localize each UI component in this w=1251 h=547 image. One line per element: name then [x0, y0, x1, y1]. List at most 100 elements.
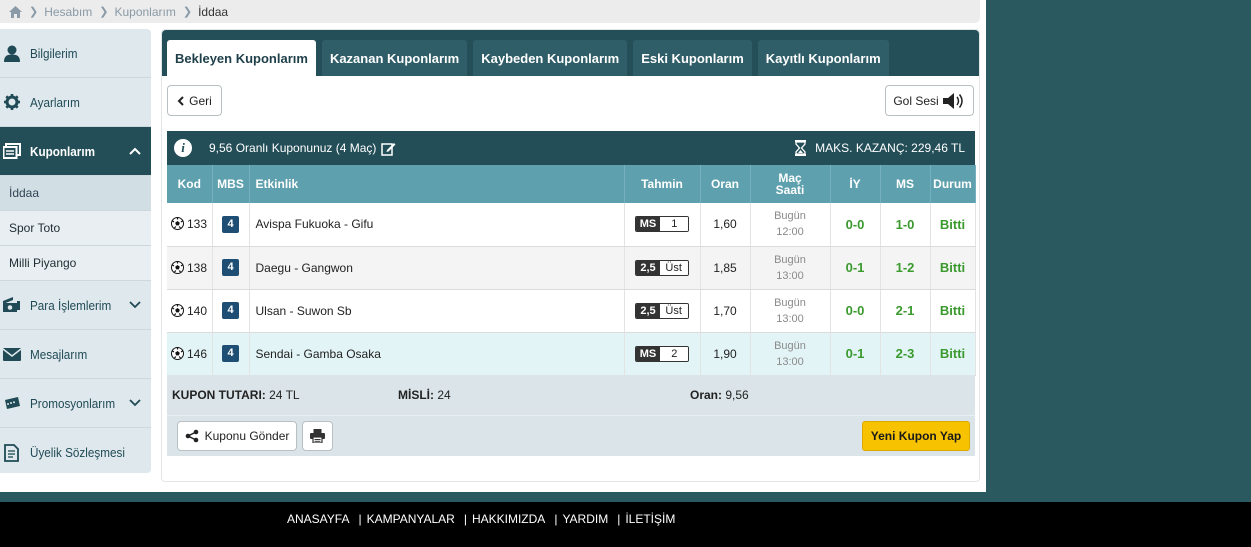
mbs-badge: 4 — [222, 215, 239, 233]
table-row[interactable]: 133 4 Avispa Fukuoka - Gifu MS 1 1,60 Bug… — [167, 203, 976, 247]
sidebar-item-label: Bilgilerim — [30, 45, 78, 61]
mbs-badge: 4 — [222, 259, 239, 276]
tab-kayitli-kuponlarim[interactable]: Kayıtlı Kuponlarım — [757, 40, 889, 76]
back-button-label: Geri — [189, 93, 212, 108]
home-icon[interactable] — [9, 5, 22, 18]
table-row[interactable]: 138 4 Daegu - Gangwon 2,5 Üst 1,85 Bugün 1… — [167, 246, 976, 290]
full-time-score: 2-3 — [895, 346, 915, 361]
breadcrumb-link-hesabim[interactable]: Hesabım — [44, 5, 92, 19]
share-icon — [185, 429, 198, 443]
print-button[interactable] — [302, 421, 333, 451]
sidebar-item-promosyonlarim[interactable]: Promosyonlarım — [0, 379, 151, 428]
document-icon — [3, 443, 21, 462]
goal-sound-button[interactable]: Gol Sesi — [885, 85, 974, 116]
half-time-score: 0-0 — [845, 216, 865, 232]
sidebar-item-para-islemlerim[interactable]: Para İşlemlerim — [0, 281, 151, 330]
coupon-amount: KUPON TUTARI: 24 TL — [172, 388, 300, 402]
tab-eski-kuponlarim[interactable]: Eski Kuponlarım — [633, 40, 752, 76]
chevron-up-icon — [129, 147, 141, 155]
max-win: MAKS. KAZANÇ: 229,46 TL — [815, 141, 965, 155]
coupon-icon — [3, 142, 21, 160]
half-time-score: 0-0 — [845, 303, 865, 318]
table-header-row: Kod MBS Etkinlik Tahmin Oran Maç Saati İY… — [167, 165, 976, 203]
tab-bar: Bekleyen Kuponlarım Kazanan Kuponlarım K… — [162, 30, 979, 76]
sidebar-item-kuponlarim[interactable]: Kuponlarım — [0, 127, 151, 176]
footer-link-iletisim[interactable]: İLETİŞİM — [625, 512, 675, 526]
table-row[interactable]: 146 4 Sendai - Gamba Osaka MS 2 1,90 Bugü… — [167, 332, 976, 376]
back-button[interactable]: Geri — [167, 85, 222, 116]
coupons-panel: Bekleyen Kuponlarım Kazanan Kuponlarım K… — [161, 29, 980, 482]
footer-link-kampanyalar[interactable]: KAMPANYALAR — [367, 512, 455, 526]
half-time-score: 0-1 — [845, 260, 865, 275]
column-header-ms: MS — [880, 165, 931, 203]
match-code: 138 — [187, 260, 208, 275]
chevron-down-icon — [129, 301, 141, 309]
event-name[interactable]: Daegu - Gangwon — [249, 246, 625, 290]
odd-value: 1,90 — [700, 332, 751, 376]
column-header-tahmin: Tahmin — [624, 165, 701, 203]
speaker-icon — [942, 92, 963, 109]
sidebar-item-label: Promosyonlarım — [30, 395, 116, 411]
footer-link-anasayfa[interactable]: ANASAYFA — [287, 512, 349, 526]
chevron-down-icon — [129, 399, 141, 407]
tab-kaybeden-kuponlarim[interactable]: Kaybeden Kuponlarım — [473, 40, 628, 76]
column-header-mbs: MBS — [212, 165, 250, 203]
table-row[interactable]: 140 4 Ulsan - Suwon Sb 2,5 Üst 1,70 Bugün… — [167, 289, 976, 333]
mbs-badge: 4 — [222, 302, 239, 319]
envelope-icon — [3, 345, 21, 363]
chevron-left-icon — [177, 95, 184, 106]
sidebar-subitem-milli-piyango[interactable]: Milli Piyango — [0, 246, 151, 281]
event-name[interactable]: Sendai - Gamba Osaka — [249, 332, 625, 376]
column-header-iy: İY — [830, 165, 881, 203]
breadcrumb-separator: ❯ — [182, 6, 193, 18]
event-name[interactable]: Avispa Fukuoka - Gifu — [249, 203, 625, 247]
prediction-badge: 2,5 Üst — [635, 259, 689, 276]
match-time: Bugün 12:00 — [750, 203, 831, 247]
column-header-kod: Kod — [167, 165, 213, 203]
edit-icon[interactable] — [381, 141, 396, 156]
football-icon — [171, 346, 184, 360]
sidebar-item-mesajlarim[interactable]: Mesajlarım — [0, 330, 151, 379]
goal-sound-label: Gol Sesi — [893, 93, 939, 108]
info-icon[interactable]: i — [174, 139, 192, 157]
sidebar-item-bilgilerim[interactable]: Bilgilerim — [0, 29, 151, 78]
mbs-badge: 4 — [222, 345, 239, 362]
app-window: ❯ Hesabım ❯ Kuponlarım ❯ İddaa Bilgileri… — [0, 0, 986, 492]
prediction-badge: MS 2 — [634, 345, 690, 362]
sidebar-item-uyelik-sozlesmesi[interactable]: Üyelik Sözleşmesi — [0, 428, 151, 477]
sidebar-subitem-spor-toto[interactable]: Spor Toto — [0, 211, 151, 246]
coupon-odds: Oran: 9,56 — [690, 388, 749, 402]
match-time: Bugün 13:00 — [750, 246, 831, 290]
tab-kazanan-kuponlarim[interactable]: Kazanan Kuponlarım — [321, 40, 468, 76]
coupon-misli: MİSLİ: 24 — [398, 388, 451, 402]
column-header-etkinlik: Etkinlik — [249, 165, 625, 203]
footer-links: ANASAYFA | KAMPANYALAR | HAKKIMIZDA | YA… — [287, 512, 675, 526]
football-icon — [171, 260, 184, 274]
match-code: 146 — [187, 346, 208, 361]
coupon-title: 9,56 Oranlı Kuponunuz (4 Maç) — [209, 141, 377, 155]
footer-link-hakkimizda[interactable]: HAKKIMIZDA — [472, 512, 545, 526]
tab-bekleyen-kuponlarim[interactable]: Bekleyen Kuponlarım — [167, 40, 316, 76]
breadcrumb-link-kuponlarim[interactable]: Kuponlarım — [114, 5, 175, 19]
prediction-badge: MS 1 — [634, 216, 690, 233]
send-coupon-button[interactable]: Kuponu Gönder — [177, 421, 297, 451]
new-coupon-button[interactable]: Yeni Kupon Yap — [862, 421, 970, 451]
half-time-score: 0-1 — [845, 346, 865, 361]
gear-icon — [3, 93, 21, 111]
sidebar-item-label: Ayarlarım — [30, 94, 80, 110]
event-name[interactable]: Ulsan - Suwon Sb — [249, 289, 625, 333]
prediction-badge: 2,5 Üst — [635, 302, 689, 319]
status-badge: Bitti — [939, 260, 966, 275]
sidebar-subitem-iddaa[interactable]: İddaa — [0, 176, 151, 211]
footer-link-yardim[interactable]: YARDIM — [562, 512, 608, 526]
sidebar-item-ayarlarim[interactable]: Ayarlarım — [0, 78, 151, 127]
breadcrumb: ❯ Hesabım ❯ Kuponlarım ❯ İddaa — [0, 0, 980, 23]
cash-icon — [3, 296, 21, 314]
football-icon — [171, 217, 184, 231]
coupon-header: i 9,56 Oranlı Kuponunuz (4 Maç) MAKS. KA… — [167, 131, 975, 165]
max-win-container: MAKS. KAZANÇ: 229,46 TL — [795, 131, 965, 165]
sidebar-item-label: Mesajlarım — [30, 346, 88, 362]
breadcrumb-separator: ❯ — [99, 6, 109, 18]
match-code: 140 — [187, 303, 208, 318]
match-time: Bugün 13:00 — [750, 332, 831, 376]
